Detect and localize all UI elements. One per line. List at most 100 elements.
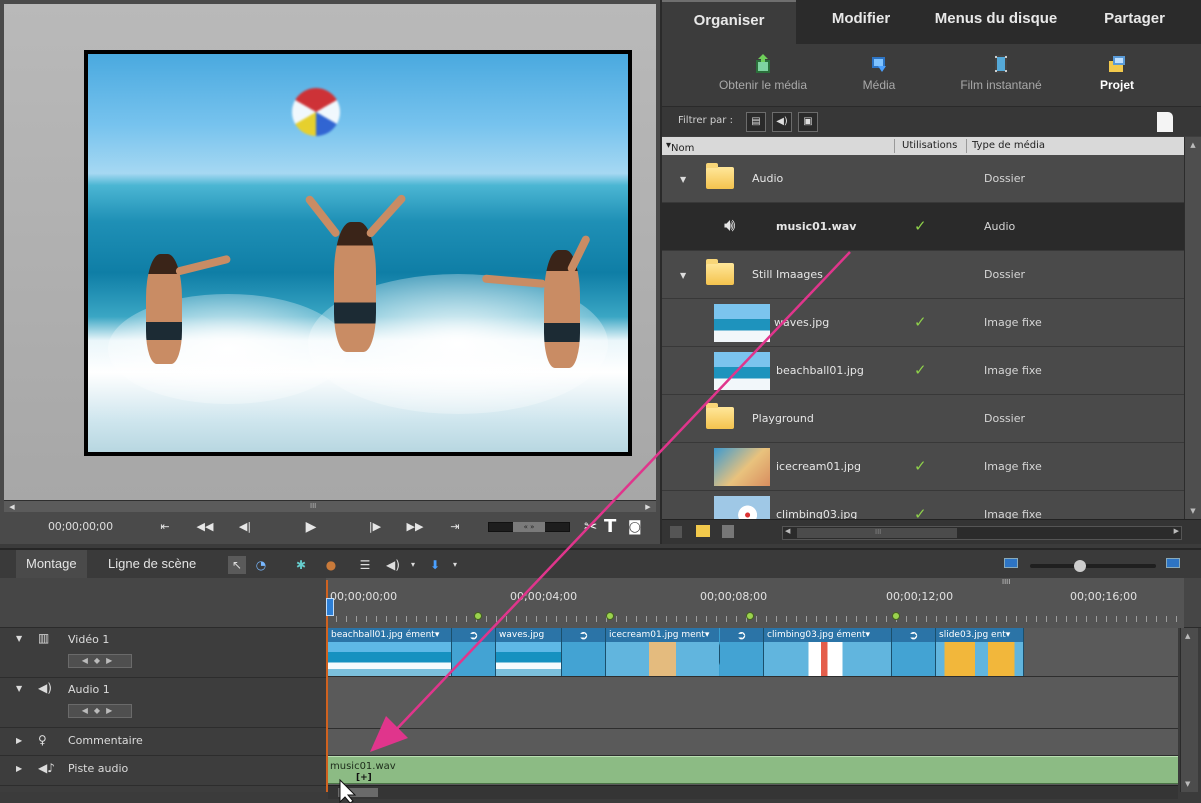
zoom-in-button[interactable]	[1166, 558, 1180, 568]
zoom-out-button[interactable]	[1004, 558, 1018, 568]
transition[interactable]: ➲	[720, 628, 764, 676]
playhead-handle[interactable]	[326, 598, 334, 616]
subtab-film-instantane[interactable]: Film instantané	[936, 54, 1066, 92]
list-item-beachball01-jpg[interactable]: beachball01.jpg ✓ Image fixe	[662, 347, 1184, 395]
trash-icon[interactable]	[722, 525, 734, 538]
list-item-music01-wav[interactable]: 🔊︎ music01.wav ✓ Audio	[662, 203, 1184, 251]
tab-montage[interactable]: Montage	[16, 550, 87, 578]
media-list-vertical-scrollbar[interactable]: ▲ ▼	[1184, 137, 1201, 519]
scroll-down-arrow-icon[interactable]: ▼	[1185, 780, 1190, 788]
smart-trim-icon[interactable]: ●	[322, 556, 340, 574]
media-list-horizontal-scrollbar[interactable]: ◀ III ▶	[782, 526, 1182, 540]
menu-marker-dot[interactable]	[474, 612, 482, 620]
go-to-end-icon[interactable]: ⇥	[444, 518, 466, 536]
expand-triangle-icon[interactable]: ▼	[680, 175, 686, 184]
camera-snapshot-icon[interactable]: ◙	[628, 516, 642, 538]
scroll-up-arrow-icon[interactable]: ▲	[1185, 632, 1190, 640]
list-item-climbing03-jpg[interactable]: climbing03.jpg ✓ Image fixe	[662, 491, 1184, 519]
transition[interactable]: ➲	[562, 628, 606, 676]
go-to-start-icon[interactable]: ⇤	[154, 518, 176, 536]
text-tool-icon[interactable]: T	[604, 516, 616, 538]
track-area[interactable]: beachball01.jpg ément▾ ➲ waves.jpg ➲ ice…	[328, 628, 1178, 792]
tab-menus-du-disque[interactable]: Menus du disque	[926, 0, 1066, 44]
column-uses-header[interactable]: Utilisations	[902, 140, 957, 151]
clip-music01-wav[interactable]: music01.wav [+]	[328, 756, 1178, 784]
clip-climbing03[interactable]: climbing03.jpg ément▾	[764, 628, 892, 676]
tab-ligne-de-scene[interactable]: Ligne de scène	[108, 556, 196, 571]
clip-beachball01[interactable]: beachball01.jpg ément▾	[328, 628, 452, 676]
subtab-media[interactable]: Média	[814, 54, 944, 92]
scroll-up-arrow-icon[interactable]: ▲	[1187, 139, 1199, 151]
timeline-vertical-scrollbar[interactable]: ▲ ▼	[1180, 628, 1198, 792]
keyframe-navigator[interactable]: ◀◆▶	[68, 704, 132, 718]
marker-icon[interactable]: ⬇	[426, 556, 444, 574]
filter-video-icon[interactable]: ▤	[746, 112, 766, 132]
time-ruler[interactable]: 00;00;00;00 00;00;04;00 00;00;08;00 00;0…	[0, 578, 1201, 628]
timecode-display[interactable]: 00;00;00;00	[48, 520, 113, 533]
list-item-waves-jpg[interactable]: waves.jpg ✓ Image fixe	[662, 299, 1184, 347]
audio-mixer-icon[interactable]: ◀)	[384, 556, 402, 574]
chevron-down-icon[interactable]: ▾	[404, 556, 422, 574]
scroll-down-arrow-icon[interactable]: ▼	[1187, 505, 1199, 517]
column-type-header[interactable]: Type de média	[972, 140, 1045, 151]
transition[interactable]: ➲	[452, 628, 496, 676]
collapse-triangle-icon[interactable]: ▶	[16, 764, 22, 773]
scroll-thumb[interactable]	[338, 788, 378, 797]
scroll-left-arrow-icon[interactable]: ◀	[785, 527, 790, 535]
transition[interactable]: ➲	[892, 628, 936, 676]
list-item-folder-playground[interactable]: Playground Dossier	[662, 395, 1184, 443]
properties-icon[interactable]: ☰	[356, 556, 374, 574]
scroll-right-arrow-icon[interactable]: ▶	[642, 502, 654, 512]
filter-audio-icon[interactable]: ◀)	[772, 112, 792, 132]
column-divider[interactable]	[894, 139, 895, 153]
time-ruler-area[interactable]: 00;00;00;00 00;00;04;00 00;00;08;00 00;0…	[326, 578, 1184, 628]
shuttle-jog-control[interactable]: « »	[488, 522, 570, 532]
timeline-horizontal-scrollbar[interactable]	[328, 785, 1178, 799]
track-header-audio-1[interactable]: ▼ ◀) Audio 1 ◀◆▶	[0, 678, 326, 728]
column-name-header[interactable]: ▾ Nom	[666, 140, 694, 154]
smart-mix-icon[interactable]: ✱	[292, 556, 310, 574]
track-header-commentaire[interactable]: ▶ ♀ Commentaire	[0, 728, 326, 756]
menu-marker-dot[interactable]	[746, 612, 754, 620]
fast-forward-icon[interactable]: ▶▶	[404, 518, 426, 536]
track-header-piste-audio[interactable]: ▶ ◀♪ Piste audio	[0, 756, 326, 786]
menu-marker-dot[interactable]	[606, 612, 614, 620]
shuttle-knob[interactable]: « »	[513, 522, 545, 532]
monitor-horizontal-scrollbar[interactable]: ◀ III ▶	[4, 500, 656, 512]
expand-triangle-icon[interactable]: ▼	[16, 634, 22, 643]
list-item-icecream01-jpg[interactable]: icecream01.jpg ✓ Image fixe	[662, 443, 1184, 491]
step-forward-icon[interactable]: |▶	[364, 518, 386, 536]
zoom-slider-knob[interactable]	[1074, 560, 1086, 572]
selection-arrow-icon[interactable]: ↖	[228, 556, 246, 574]
tab-modifier[interactable]: Modifier	[796, 0, 926, 44]
collapse-triangle-icon[interactable]: ▶	[16, 736, 22, 745]
time-stretch-icon[interactable]: ◔	[252, 556, 270, 574]
menu-marker-dot[interactable]	[892, 612, 900, 620]
subtab-obtenir-le-media[interactable]: Obtenir le média	[698, 54, 828, 92]
expand-triangle-icon[interactable]: ▼	[16, 684, 22, 693]
scroll-left-arrow-icon[interactable]: ◀	[6, 502, 18, 512]
tab-organiser[interactable]: Organiser	[662, 0, 796, 44]
step-back-icon[interactable]: ◀|	[234, 518, 256, 536]
tab-partager[interactable]: Partager	[1066, 0, 1201, 44]
keyframe-navigator[interactable]: ◀◆▶	[68, 654, 132, 668]
rewind-icon[interactable]: ◀◀	[194, 518, 216, 536]
list-item-folder-audio[interactable]: ▼ Audio Dossier	[662, 155, 1184, 203]
clip-icecream01[interactable]: icecream01.jpg ment▾	[606, 628, 720, 676]
zoom-slider[interactable]	[1030, 560, 1156, 572]
expand-triangle-icon[interactable]: ▼	[680, 271, 686, 280]
list-view-icon[interactable]	[670, 526, 682, 538]
new-item-icon[interactable]	[1157, 112, 1173, 132]
scissors-icon[interactable]: ✂	[584, 516, 597, 538]
clip-slide03[interactable]: slide03.jpg ent▾	[936, 628, 1024, 676]
preview-frame[interactable]	[84, 50, 632, 456]
clip-waves[interactable]: waves.jpg	[496, 628, 562, 676]
subtab-projet[interactable]: Projet	[1052, 54, 1182, 92]
scroll-right-arrow-icon[interactable]: ▶	[1174, 527, 1179, 535]
filter-image-icon[interactable]: ▣	[798, 112, 818, 132]
play-icon[interactable]: ▶	[300, 518, 322, 536]
new-folder-icon[interactable]	[696, 525, 710, 537]
track-header-video-1[interactable]: ▼ ▥ Vidéo 1 ◀◆▶	[0, 628, 326, 678]
chevron-down-icon[interactable]: ▾	[446, 556, 464, 574]
column-divider[interactable]	[966, 139, 967, 153]
